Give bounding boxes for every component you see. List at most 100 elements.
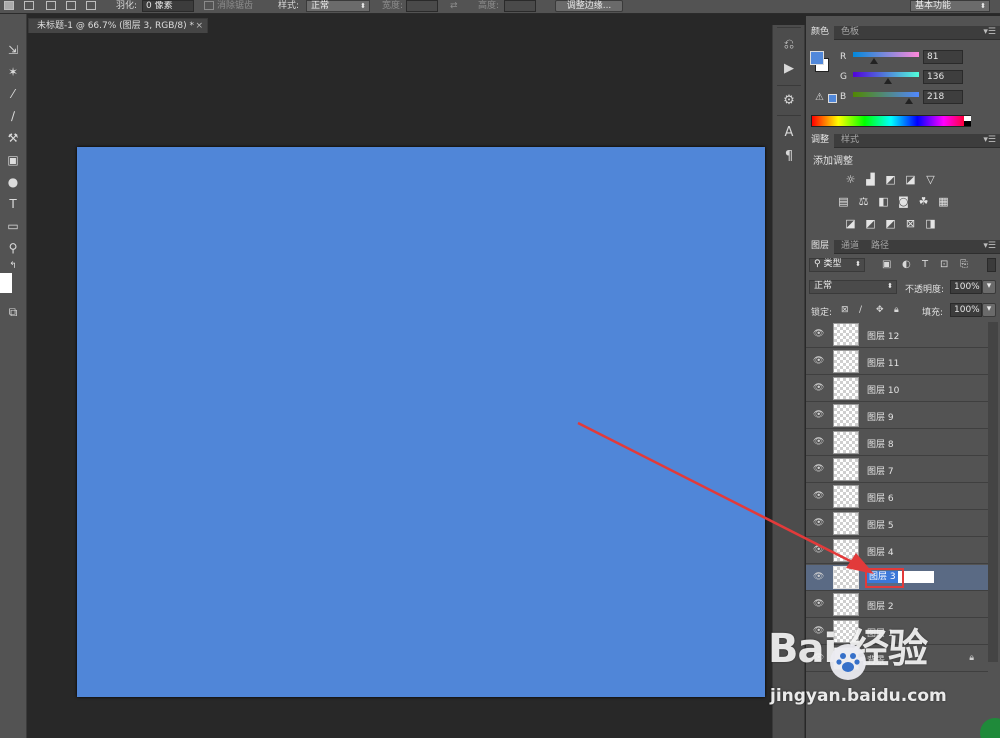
layer-row-11[interactable]: 👁︎ 图层 11 xyxy=(806,349,988,375)
foreground-color-chip[interactable] xyxy=(810,51,824,65)
filter-pixel-icon[interactable]: ▣ xyxy=(882,259,891,270)
threshold-icon[interactable]: ◩ xyxy=(883,216,898,230)
layer-row-4[interactable]: 👁︎ 图层 4 xyxy=(806,538,988,564)
layer-list-scrollbar[interactable] xyxy=(988,322,998,662)
photo-filter-icon[interactable]: ◙ xyxy=(896,194,911,208)
vibrance-icon[interactable]: ▽ xyxy=(923,172,938,186)
move-tool-icon[interactable]: ⇲ xyxy=(2,40,24,60)
color-lookup-icon[interactable]: ▦ xyxy=(936,194,951,208)
style-select[interactable]: 正常 ⬍ xyxy=(306,0,370,12)
layer-row-5[interactable]: 👁︎ 图层 5 xyxy=(806,511,988,537)
fill-dropdown-icon[interactable]: ▾ xyxy=(982,303,996,317)
eye-icon[interactable]: 👁︎ xyxy=(813,383,824,393)
eye-icon[interactable]: 👁︎ xyxy=(813,518,824,528)
eye-icon[interactable]: 👁︎ xyxy=(813,545,824,555)
tab-swatches[interactable]: 色板 xyxy=(836,26,864,40)
black-white-icon[interactable]: ◧ xyxy=(876,194,891,208)
eye-icon[interactable]: 👁︎ xyxy=(813,356,824,366)
feather-input[interactable]: 0 像素 xyxy=(142,0,194,12)
eye-icon[interactable]: 👁︎ xyxy=(813,464,824,474)
green-slider-knob[interactable] xyxy=(883,78,892,84)
filter-toggle[interactable] xyxy=(987,258,996,272)
curves-icon[interactable]: ◩ xyxy=(883,172,898,186)
layer-row-10[interactable]: 👁︎ 图层 10 xyxy=(806,376,988,402)
layer-row-12[interactable]: 👁︎ 图层 12 xyxy=(806,322,988,348)
lock-all-icon[interactable]: 🔒︎ xyxy=(894,305,899,315)
brush-presets-icon[interactable]: ⚙ xyxy=(779,91,799,109)
canvas[interactable] xyxy=(77,147,765,697)
selection-intersect-icon[interactable] xyxy=(66,1,76,10)
tab-layers[interactable]: 图层 xyxy=(806,240,835,254)
layer-row-9[interactable]: 👁︎ 图层 9 xyxy=(806,403,988,429)
fill-input[interactable]: 100% xyxy=(950,303,982,317)
websafe-color-chip[interactable] xyxy=(828,94,837,103)
shape-tool-icon[interactable]: ▭ xyxy=(2,216,24,236)
document-tab[interactable]: 未标题-1 @ 66.7% (图层 3, RGB/8) * × xyxy=(28,18,208,33)
close-icon[interactable]: × xyxy=(195,19,203,33)
tab-color[interactable]: 颜色 xyxy=(806,26,835,40)
blue-value[interactable]: 218 xyxy=(923,90,963,104)
out-of-gamut-warning-icon[interactable]: ⚠ xyxy=(815,92,824,103)
tab-paths[interactable]: 路径 xyxy=(866,240,894,254)
history-icon[interactable]: ⎌ xyxy=(779,35,799,53)
swap-icon[interactable]: ⇄ xyxy=(450,0,458,13)
color-balance-icon[interactable]: ⚖ xyxy=(856,194,871,208)
eye-icon[interactable]: 👁︎ xyxy=(813,437,824,447)
eye-icon[interactable]: 👁︎ xyxy=(813,329,824,339)
filter-adjustment-icon[interactable]: ◐ xyxy=(902,259,911,270)
clone-stamp-icon[interactable]: ⚒ xyxy=(2,128,24,148)
selection-add-icon[interactable] xyxy=(24,1,34,10)
tab-adjustments[interactable]: 调整 xyxy=(806,134,835,148)
brightness-icon[interactable]: ☼ xyxy=(843,172,858,186)
green-slider[interactable] xyxy=(853,72,919,77)
antialias-checkbox[interactable] xyxy=(204,1,214,10)
layer-row-2[interactable]: 👁︎ 图层 2 xyxy=(806,592,988,618)
opacity-input[interactable]: 100% xyxy=(950,280,982,294)
filter-smart-object-icon[interactable]: ⎘ xyxy=(960,259,968,270)
dodge-icon[interactable]: ● xyxy=(2,172,24,192)
layer-row-7[interactable]: 👁︎ 图层 7 xyxy=(806,457,988,483)
spectrum-black-white[interactable] xyxy=(964,116,971,126)
hue-saturation-icon[interactable]: ▤ xyxy=(836,194,851,208)
height-input[interactable] xyxy=(504,0,536,12)
lock-pixels-icon[interactable]: ∕ xyxy=(859,305,862,315)
layer-row-3[interactable]: 👁︎ 图层 3 xyxy=(806,565,988,591)
magic-wand-icon[interactable]: ✶ xyxy=(2,62,24,82)
color-spectrum-bar[interactable] xyxy=(811,115,971,127)
brush-icon[interactable]: ∕ xyxy=(2,106,24,126)
paragraph-icon[interactable]: ¶ xyxy=(779,147,799,165)
eye-icon[interactable]: 👁︎ xyxy=(813,410,824,420)
channel-mixer-icon[interactable]: ☘ xyxy=(916,194,931,208)
posterize-icon[interactable]: ◩ xyxy=(863,216,878,230)
filter-type-icon[interactable]: T xyxy=(922,259,928,270)
screen-mode-icon[interactable]: ⧉ xyxy=(2,302,24,322)
eye-icon[interactable]: 👁︎ xyxy=(813,572,824,582)
tab-channels[interactable]: 通道 xyxy=(836,240,864,254)
gradient-map-icon[interactable]: ◨ xyxy=(923,216,938,230)
filter-shape-icon[interactable]: ⊡ xyxy=(940,259,948,270)
tab-styles[interactable]: 样式 xyxy=(836,134,864,148)
actions-play-icon[interactable]: ▶ xyxy=(779,59,799,77)
background-color-swatch[interactable] xyxy=(0,273,12,293)
character-icon[interactable]: A xyxy=(779,123,799,141)
lock-transparent-icon[interactable]: ⊠ xyxy=(841,305,849,315)
panel-menu-icon[interactable]: ▾☰ xyxy=(983,135,996,145)
levels-icon[interactable]: ▟ xyxy=(863,172,878,186)
blue-slider-knob[interactable] xyxy=(905,98,914,104)
panel-menu-icon[interactable]: ▾☰ xyxy=(983,27,996,37)
width-input[interactable] xyxy=(406,0,438,12)
eye-icon[interactable]: 👁︎ xyxy=(813,599,824,609)
red-value[interactable]: 81 xyxy=(923,50,963,64)
eye-icon[interactable]: 👁︎ xyxy=(813,491,824,501)
lock-position-icon[interactable]: ✥ xyxy=(876,305,884,315)
red-slider[interactable] xyxy=(853,52,919,57)
selection-new-icon[interactable] xyxy=(4,1,14,10)
exposure-icon[interactable]: ◪ xyxy=(903,172,918,186)
type-tool-icon[interactable]: T xyxy=(2,194,24,214)
zoom-tool-icon[interactable]: ⚲ xyxy=(2,238,24,258)
eyedropper-icon[interactable]: ⁄ xyxy=(2,84,24,104)
blend-mode-select[interactable]: 正常 ⬍ xyxy=(809,280,897,294)
layer-row-8[interactable]: 👁︎ 图层 8 xyxy=(806,430,988,456)
blue-slider[interactable] xyxy=(853,92,919,97)
invert-icon[interactable]: ◪ xyxy=(843,216,858,230)
